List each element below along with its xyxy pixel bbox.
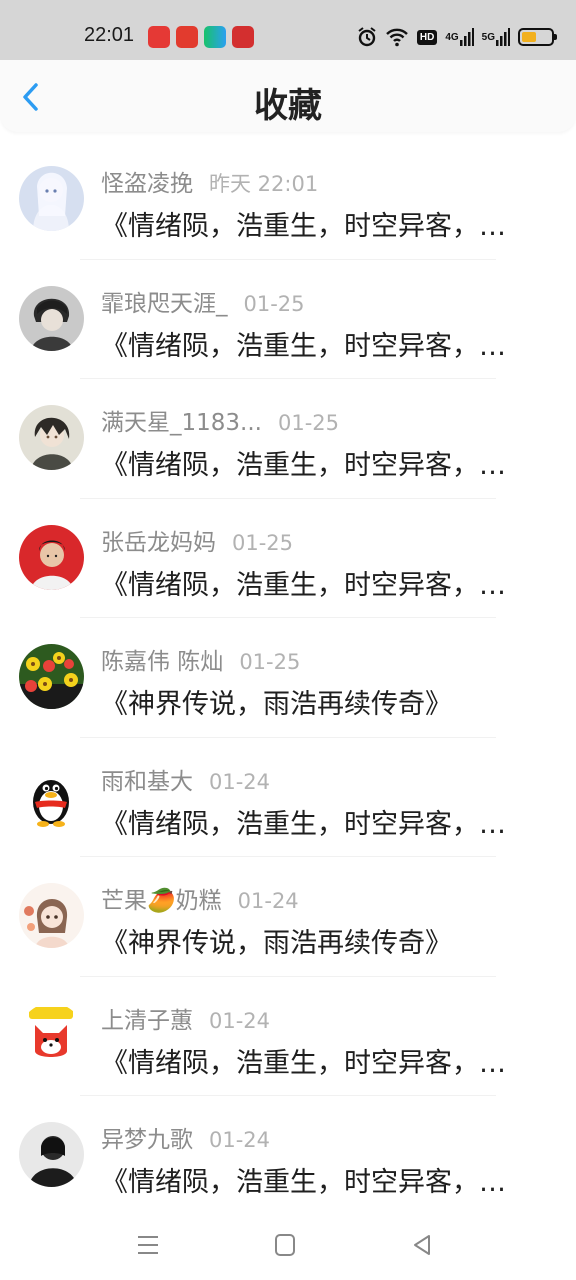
user-name[interactable]: 上清子蕙 bbox=[101, 1001, 193, 1035]
list-item[interactable]: 陈嘉伟 陈灿 01-25 《神界传说，雨浩再续传奇》 bbox=[0, 618, 576, 738]
timestamp: 01-25 bbox=[243, 291, 305, 316]
alarm-icon bbox=[357, 26, 377, 48]
timestamp: 01-25 bbox=[239, 650, 301, 674]
user-name[interactable]: 陈嘉伟 陈灿 bbox=[101, 642, 223, 676]
user-name[interactable]: 张岳龙妈妈 bbox=[101, 523, 216, 557]
list-item[interactable]: 霏琅咫天涯_ 01-25 《情绪陨，浩重生，时空异客，千年之前》 bbox=[0, 260, 576, 379]
item-title[interactable]: 《情绪陨，浩重生，时空异客，千年之前》 bbox=[101, 204, 531, 243]
item-meta: 满天星_1183... 01-25 bbox=[101, 403, 339, 437]
list-item[interactable]: 张岳龙妈妈 01-25 《情绪陨，浩重生，时空异客，千年之前》 bbox=[0, 499, 576, 618]
wifi-icon bbox=[385, 26, 409, 48]
user-name[interactable]: 满天星_1183... bbox=[101, 403, 262, 437]
header-bar: 收藏 bbox=[0, 60, 576, 132]
avatar[interactable] bbox=[19, 883, 84, 948]
page-title: 收藏 bbox=[254, 86, 322, 126]
avatar[interactable] bbox=[19, 285, 84, 351]
back-triangle-icon[interactable] bbox=[410, 1232, 436, 1258]
timestamp: 01-24 bbox=[209, 1008, 271, 1033]
item-meta: 雨和基大 01-24 bbox=[101, 762, 271, 796]
item-meta: 异梦九歌 01-24 bbox=[101, 1120, 271, 1154]
list-item[interactable]: 芒果🥭奶糕 01-24 《神界传说，雨浩再续传奇》 bbox=[0, 857, 576, 977]
item-meta: 芒果🥭奶糕 01-24 bbox=[101, 881, 299, 915]
app-icon-2 bbox=[176, 26, 198, 48]
system-nav-bar bbox=[0, 1210, 576, 1280]
timestamp: 01-25 bbox=[232, 530, 294, 555]
iqiyi-icon bbox=[204, 26, 226, 48]
item-meta: 霏琅咫天涯_ 01-25 bbox=[101, 284, 305, 318]
list-item[interactable]: 异梦九歌 01-24 《情绪陨，浩重生，时空异客，千年之前》 bbox=[0, 1096, 576, 1216]
timestamp: 昨天 22:01 bbox=[209, 172, 319, 196]
user-name[interactable]: 芒果🥭奶糕 bbox=[101, 881, 222, 915]
status-time: 22:01 bbox=[84, 24, 135, 46]
user-name[interactable]: 异梦九歌 bbox=[101, 1120, 193, 1154]
avatar[interactable] bbox=[19, 1002, 84, 1068]
avatar[interactable] bbox=[19, 644, 84, 709]
timestamp: 01-24 bbox=[209, 769, 271, 794]
list-item[interactable]: 怪盗凌挽昨天 22:01 《情绪陨，浩重生，时空异客，千年之前》 bbox=[0, 140, 576, 260]
list-item[interactable]: 满天星_1183... 01-25 《情绪陨，浩重生，时空异客，千年之前》 bbox=[0, 379, 576, 499]
favorites-list: 怪盗凌挽昨天 22:01《情绪陨，浩重生，时空异客，千年之前》霏琅咫天涯_01-… bbox=[0, 140, 576, 1216]
hd-icon: HD bbox=[416, 26, 438, 48]
item-title[interactable]: 《情绪陨，浩重生，时空异客，千年之前》 bbox=[101, 802, 531, 841]
status-right-icons: HD 4G 5G bbox=[357, 26, 557, 48]
user-name[interactable]: 怪盗凌挽 bbox=[101, 164, 193, 198]
user-name[interactable]: 霏琅咫天涯_ bbox=[101, 284, 228, 318]
home-icon[interactable] bbox=[273, 1232, 299, 1258]
status-app-icons bbox=[148, 26, 254, 48]
menu-icon[interactable] bbox=[135, 1232, 161, 1258]
list-item[interactable]: 上清子蕙 01-24 《情绪陨，浩重生，时空异客，千年之前》 bbox=[0, 977, 576, 1096]
signal-5g-icon: 5G bbox=[482, 26, 510, 48]
signal-4g-icon: 4G bbox=[445, 26, 474, 48]
timestamp: 01-24 bbox=[209, 1128, 271, 1152]
app-icon-4 bbox=[232, 26, 254, 48]
list-item[interactable]: 雨和基大 01-24 《情绪陨，浩重生，时空异客，千年之前》 bbox=[0, 738, 576, 857]
timestamp: 01-25 bbox=[277, 411, 339, 435]
avatar[interactable] bbox=[19, 763, 84, 829]
avatar[interactable] bbox=[19, 405, 84, 470]
avatar[interactable] bbox=[19, 524, 84, 590]
item-meta: 张岳龙妈妈 01-25 bbox=[101, 523, 294, 557]
timestamp: 01-24 bbox=[237, 889, 299, 913]
item-meta: 怪盗凌挽 昨天 22:01 bbox=[101, 164, 319, 198]
item-title[interactable]: 《情绪陨，浩重生，时空异客，千年之前》 bbox=[101, 443, 531, 482]
item-meta: 陈嘉伟 陈灿 01-25 bbox=[101, 642, 301, 676]
item-title[interactable]: 《情绪陨，浩重生，时空异客，千年之前》 bbox=[101, 1160, 531, 1199]
battery-icon bbox=[518, 28, 557, 46]
user-name[interactable]: 雨和基大 bbox=[101, 762, 193, 796]
app-icon-1 bbox=[148, 26, 170, 48]
item-meta: 上清子蕙 01-24 bbox=[101, 1001, 271, 1035]
item-title[interactable]: 《神界传说，雨浩再续传奇》 bbox=[101, 921, 531, 960]
item-title[interactable]: 《情绪陨，浩重生，时空异客，千年之前》 bbox=[101, 324, 531, 363]
item-title[interactable]: 《情绪陨，浩重生，时空异客，千年之前》 bbox=[101, 563, 531, 602]
avatar[interactable] bbox=[19, 1122, 84, 1187]
item-title[interactable]: 《情绪陨，浩重生，时空异客，千年之前》 bbox=[101, 1041, 531, 1080]
avatar[interactable] bbox=[19, 166, 84, 231]
item-title[interactable]: 《神界传说，雨浩再续传奇》 bbox=[101, 682, 531, 721]
status-bar: 22:01 HD 4G 5G bbox=[0, 0, 576, 60]
